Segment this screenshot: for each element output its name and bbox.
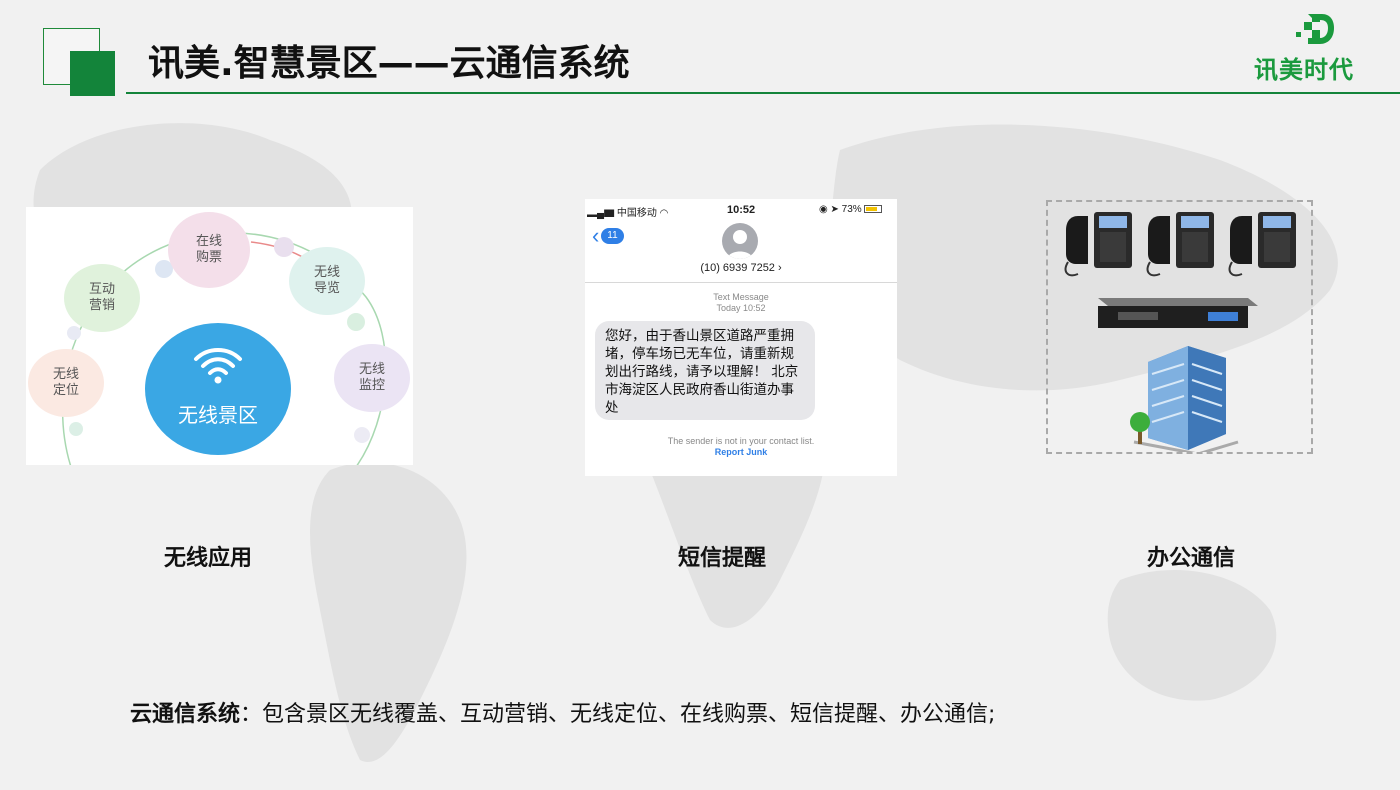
title-decoration-square	[70, 51, 115, 96]
bubble-wireless-positioning: 无线 定位	[28, 349, 104, 417]
status-time: 10:52	[727, 204, 756, 216]
header-divider	[126, 92, 1400, 94]
company-logo-text: 讯美时代	[1254, 56, 1354, 84]
battery-status: ◉ ➤ 73%	[819, 204, 883, 215]
phone-status-bar: ▂▄▆ 中国移动 ◠ 10:52 ◉ ➤ 73%	[585, 204, 897, 219]
office-equipment-panel	[1046, 200, 1313, 456]
back-unread-badge[interactable]: 11	[601, 228, 624, 244]
caption-office-communication: 办公通信	[1147, 546, 1236, 571]
contact-number[interactable]: (10) 6939 7252 ›	[585, 262, 897, 274]
battery-icon	[864, 205, 883, 214]
ip-phone-icon	[1064, 212, 1132, 277]
chevron-right-icon: ›	[778, 262, 782, 274]
summary-label: 云通信系统	[130, 702, 241, 727]
report-junk-link[interactable]: Report Junk	[585, 447, 897, 457]
ip-phone-icon	[1146, 212, 1214, 277]
phone-header-divider	[585, 282, 897, 283]
caption-sms-reminder: 短信提醒	[678, 546, 767, 571]
wifi-status-icon: ◠	[659, 208, 669, 219]
message-meta: Text Message Today 10:52	[585, 292, 897, 314]
not-in-contacts-notice: The sender is not in your contact list.	[667, 436, 815, 446]
office-building-icon	[1130, 346, 1239, 456]
wifi-icon	[194, 348, 242, 384]
message-date: Today 10:52	[716, 303, 766, 313]
contact-avatar[interactable]	[722, 223, 758, 259]
page-title: 讯美.智慧景区——云通信系统	[148, 43, 630, 84]
summary-text: ：包含景区无线覆盖、互动营销、无线定位、在线购票、短信提醒、办公通信;	[240, 702, 996, 727]
signal-icon: ▂▄▆	[587, 208, 615, 219]
pbx-switch-icon	[1098, 298, 1258, 328]
bubble-wireless-monitoring: 无线 监控	[334, 344, 410, 412]
bubble-wireless-guide: 无线 导览	[289, 247, 365, 315]
caption-wireless-application: 无线应用	[164, 546, 253, 571]
sms-phone-screenshot: ▂▄▆ 中国移动 ◠ 10:52 ◉ ➤ 73% ‹ 11 (10) 6939 …	[585, 199, 897, 476]
company-logo-icon	[1296, 14, 1334, 44]
sms-message-bubble: 您好，由于香山景区道路严重拥堵，停车场已无车位，请重新规划出行路线，请予以理解！…	[595, 321, 815, 420]
bubble-online-ticketing: 在线 购票	[168, 212, 250, 288]
bubble-interactive-marketing: 互动 营销	[64, 264, 140, 332]
ip-phone-icon	[1228, 212, 1296, 277]
office-equipment-illustration	[1064, 212, 1296, 456]
center-bubble-wireless-scenic-area: 无线景区	[145, 323, 291, 455]
person-icon	[727, 230, 753, 259]
summary-line: 云通信系统：包含景区无线覆盖、互动营销、无线定位、在线购票、短信提醒、办公通信;	[130, 696, 995, 728]
center-bubble-label: 无线景区	[178, 403, 258, 427]
location-icon: ◉ ➤	[819, 204, 842, 215]
wireless-diagram: 在线 购票 互动 营销 无线 导览 无线 定位 无线 监控 无线景区	[26, 207, 413, 465]
carrier-label: ▂▄▆ 中国移动 ◠	[587, 208, 669, 219]
message-type: Text Message	[713, 292, 769, 302]
